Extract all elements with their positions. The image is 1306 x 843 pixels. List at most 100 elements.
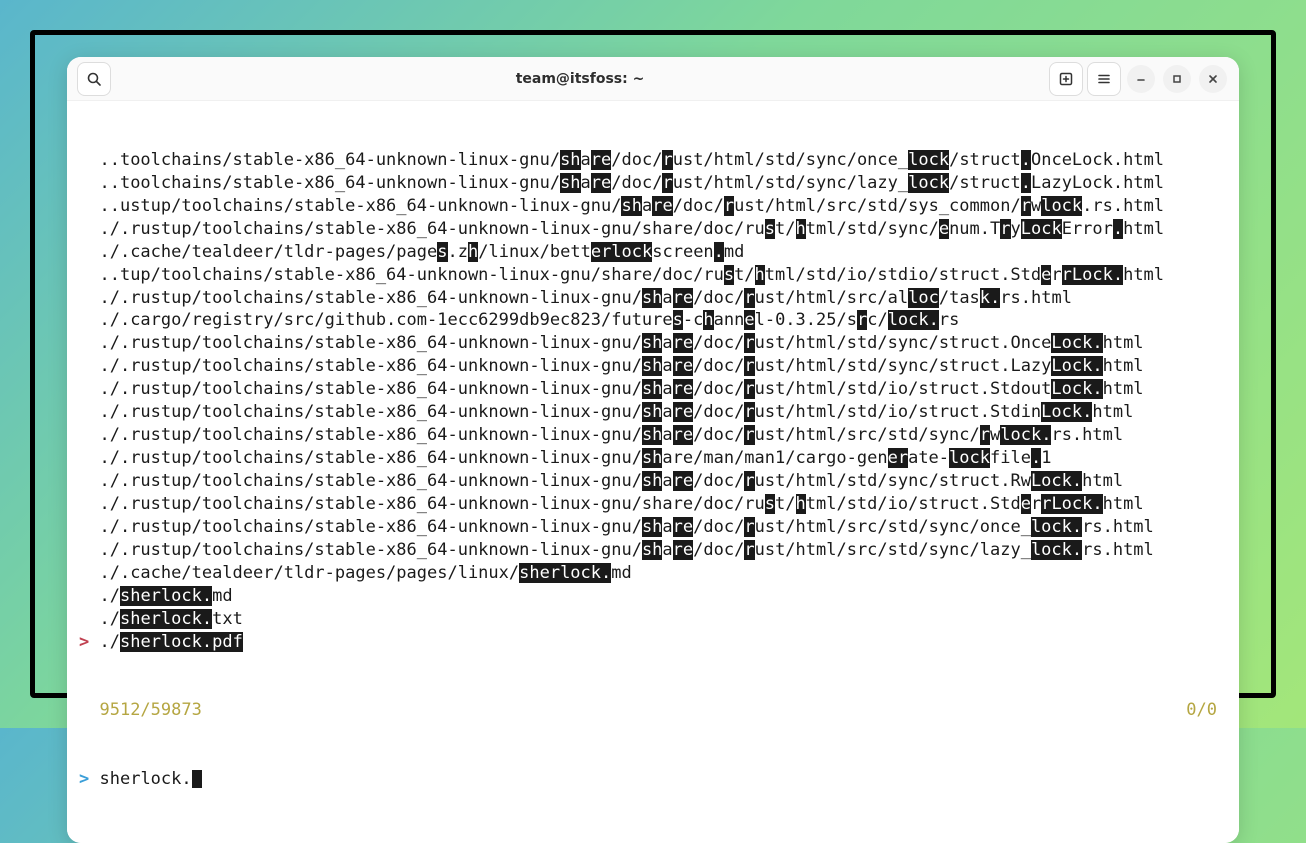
result-line[interactable]: ./.rustup/toolchains/stable-x86_64-unkno… — [79, 424, 1227, 447]
match-highlight: Lock. — [1051, 494, 1102, 514]
match-highlight: Lock. — [1051, 379, 1102, 399]
match-highlight: r — [744, 540, 754, 560]
match-highlight: r — [744, 288, 754, 308]
match-highlight: sherlock. — [120, 632, 212, 652]
match-highlight: lock — [1041, 196, 1082, 216]
match-highlight: Lock. — [1031, 471, 1082, 491]
match-highlight: lock. — [1000, 425, 1051, 445]
result-line[interactable]: ./.rustup/toolchains/stable-x86_64-unkno… — [79, 355, 1227, 378]
result-line[interactable]: ./sherlock.txt — [79, 608, 1227, 631]
result-line[interactable]: ..toolchains/stable-x86_64-unknown-linux… — [79, 172, 1227, 195]
match-highlight: sh — [642, 356, 662, 376]
match-highlight: sh — [642, 288, 662, 308]
match-highlight: r — [980, 425, 990, 445]
fzf-prompt-line[interactable]: > sherlock. — [79, 768, 1227, 791]
window-title: team@itsfoss: ~ — [113, 71, 1047, 87]
terminal-output[interactable]: ..toolchains/stable-x86_64-unknown-linux… — [67, 101, 1239, 843]
match-highlight: re — [591, 150, 611, 170]
result-line[interactable]: ./.cargo/registry/src/github.com-1ecc629… — [79, 309, 1227, 332]
match-highlight: lock. — [888, 310, 939, 330]
match-highlight: . — [1031, 448, 1041, 468]
match-highlight: loc — [908, 288, 939, 308]
result-line[interactable]: ./.rustup/toolchains/stable-x86_64-unkno… — [79, 447, 1227, 470]
match-highlight: re — [652, 196, 672, 216]
maximize-button[interactable] — [1163, 65, 1191, 93]
close-button[interactable] — [1199, 65, 1227, 93]
minimize-icon — [1135, 73, 1147, 85]
match-highlight: lock — [949, 448, 990, 468]
match-highlight: sh — [642, 517, 662, 537]
result-line[interactable]: ./.rustup/toolchains/stable-x86_64-unkno… — [79, 539, 1227, 562]
match-highlight: s — [765, 219, 775, 239]
match-highlight: r — [744, 333, 754, 353]
match-highlight: re — [673, 288, 693, 308]
minimize-button[interactable] — [1127, 65, 1155, 93]
match-highlight: . — [1113, 219, 1123, 239]
match-highlight: r — [744, 517, 754, 537]
result-line[interactable]: ./.rustup/toolchains/stable-x86_64-unkno… — [79, 516, 1227, 539]
match-highlight: h — [796, 219, 806, 239]
match-highlight: Lock. — [1051, 356, 1102, 376]
search-button[interactable] — [77, 62, 111, 96]
match-highlight: s — [765, 494, 775, 514]
match-highlight: r — [1000, 219, 1010, 239]
match-highlight: s — [673, 310, 683, 330]
match-highlight: r — [744, 425, 754, 445]
new-tab-icon — [1058, 71, 1074, 87]
result-line[interactable]: ..ustup/toolchains/stable-x86_64-unknown… — [79, 195, 1227, 218]
match-highlight: sherlock. — [519, 563, 611, 583]
match-highlight: e — [744, 310, 754, 330]
menu-button[interactable] — [1087, 62, 1121, 96]
match-highlight: er — [888, 448, 908, 468]
match-highlight: erlock — [591, 242, 652, 262]
match-highlight: . — [714, 242, 724, 262]
match-highlight: sh — [560, 150, 580, 170]
result-line[interactable]: ./.rustup/toolchains/stable-x86_64-unkno… — [79, 287, 1227, 310]
match-highlight: re — [673, 379, 693, 399]
match-highlight: sh — [642, 425, 662, 445]
match-highlight: r — [744, 402, 754, 422]
result-line[interactable]: ./.rustup/toolchains/stable-x86_64-unkno… — [79, 470, 1227, 493]
match-highlight: lock — [908, 173, 949, 193]
match-highlight: . — [1021, 150, 1031, 170]
result-line[interactable]: ./.rustup/toolchains/stable-x86_64-unkno… — [79, 401, 1227, 424]
fzf-result-list: ..toolchains/stable-x86_64-unknown-linux… — [79, 149, 1227, 654]
match-highlight: lock. — [1031, 540, 1082, 560]
match-highlight: s — [724, 265, 734, 285]
prompt-symbol: > — [79, 769, 89, 789]
result-line-selected[interactable]: > ./sherlock.pdf — [79, 631, 1227, 654]
result-line[interactable]: ./.rustup/toolchains/stable-x86_64-unkno… — [79, 378, 1227, 401]
match-highlight: r — [744, 356, 754, 376]
match-highlight: k. — [980, 288, 1000, 308]
match-highlight: Lock. — [1051, 333, 1102, 353]
match-highlight: sherlock. — [120, 586, 212, 606]
result-line[interactable]: ./.rustup/toolchains/stable-x86_64-unkno… — [79, 218, 1227, 241]
result-line[interactable]: ..toolchains/stable-x86_64-unknown-linux… — [79, 149, 1227, 172]
match-highlight: e — [1041, 265, 1051, 285]
match-highlight: re — [673, 471, 693, 491]
new-tab-button[interactable] — [1049, 62, 1083, 96]
result-line[interactable]: ./.cache/tealdeer/tldr-pages/pages.zh/li… — [79, 241, 1227, 264]
match-highlight: h — [796, 494, 806, 514]
match-highlight: r — [744, 471, 754, 491]
match-highlight: r — [1021, 196, 1031, 216]
match-highlight: sh — [621, 196, 641, 216]
match-highlight: lock — [908, 150, 949, 170]
result-line[interactable]: ./.rustup/toolchains/stable-x86_64-unkno… — [79, 332, 1227, 355]
terminal-window: team@itsfoss: ~ ..tool — [67, 57, 1239, 843]
result-line[interactable]: ./.cache/tealdeer/tldr-pages/pages/linux… — [79, 562, 1227, 585]
match-highlight: r — [857, 310, 867, 330]
match-highlight: sh — [642, 448, 662, 468]
match-highlight: re — [673, 333, 693, 353]
match-highlight: s — [437, 242, 447, 262]
result-line[interactable]: ..tup/toolchains/stable-x86_64-unknown-l… — [79, 264, 1227, 287]
match-highlight: Lock — [1021, 219, 1062, 239]
match-highlight: h — [703, 310, 713, 330]
match-highlight: sh — [642, 471, 662, 491]
result-line[interactable]: ./sherlock.md — [79, 585, 1227, 608]
result-line[interactable]: ./.rustup/toolchains/stable-x86_64-unkno… — [79, 493, 1227, 516]
selection-pointer-icon: > — [79, 632, 89, 652]
match-highlight: r — [662, 173, 672, 193]
match-highlight: re — [673, 425, 693, 445]
search-icon — [86, 71, 102, 87]
